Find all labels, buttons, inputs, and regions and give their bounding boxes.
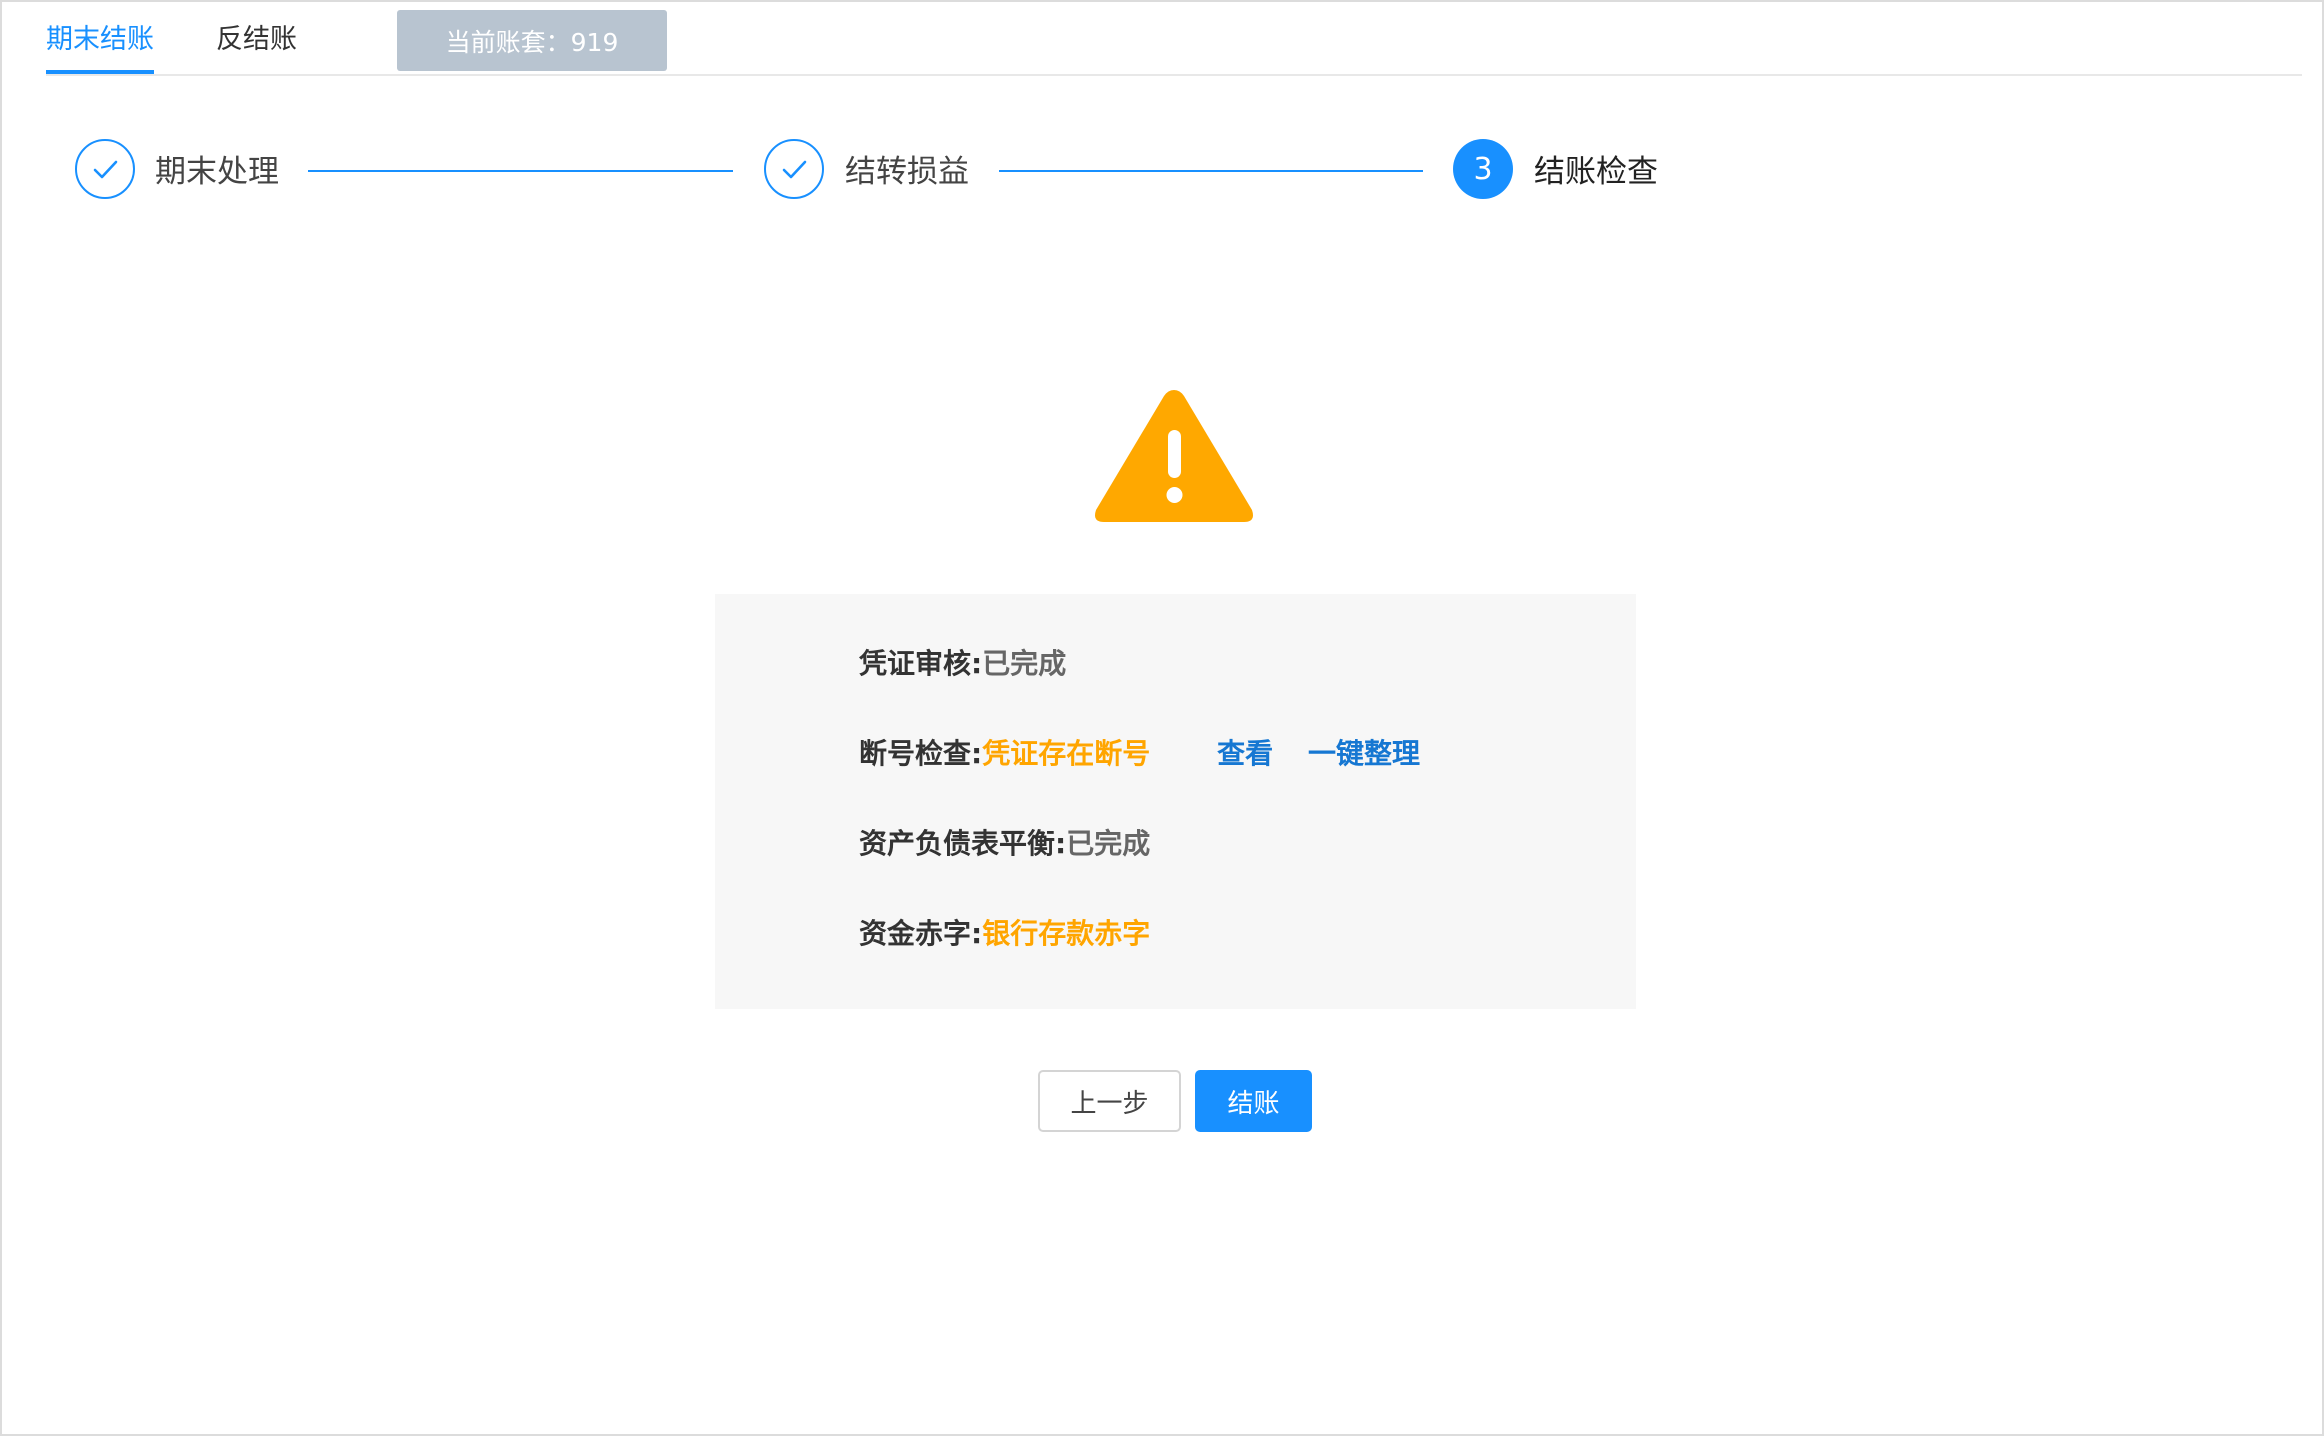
check-key: 资金赤字: <box>859 917 983 950</box>
check-key: 断号检查: <box>859 737 983 770</box>
step-1-status <box>75 139 135 199</box>
check-row-number-gap: 断号检查:凭证存在断号 查看 一键整理 <box>859 734 1420 774</box>
closing-window: 期末结账 反结账 当前账套：919 期末处理 结转损益 3 结账检查 凭证审核:… <box>0 0 2324 1436</box>
step-3-number: 3 <box>1453 139 1513 199</box>
check-icon <box>782 160 807 179</box>
step-2-label: 结转损益 <box>845 154 969 190</box>
view-link[interactable]: 查看 <box>1217 737 1273 770</box>
check-results-panel: 凭证审核:已完成 断号检查:凭证存在断号 查看 一键整理 资产负债表平衡:已完成… <box>715 594 1636 1009</box>
check-value: 凭证存在断号 <box>982 737 1151 770</box>
one-click-tidy-link[interactable]: 一键整理 <box>1308 737 1420 770</box>
check-key: 资产负债表平衡: <box>859 827 1067 860</box>
check-key: 凭证审核: <box>859 647 983 680</box>
check-row-balance-sheet: 资产负债表平衡:已完成 <box>859 824 1150 864</box>
check-row-fund-deficit: 资金赤字:银行存款赤字 <box>859 914 1150 954</box>
check-row-voucher-audit: 凭证审核:已完成 <box>859 644 1066 684</box>
check-icon <box>93 160 118 179</box>
step-3-label: 结账检查 <box>1534 154 1658 190</box>
previous-step-button[interactable]: 上一步 <box>1038 1070 1181 1132</box>
warning-triangle-icon <box>1095 390 1253 522</box>
step-1-label: 期末处理 <box>155 154 279 190</box>
close-books-button[interactable]: 结账 <box>1195 1070 1312 1132</box>
tab-period-closing[interactable]: 期末结账 <box>46 20 154 74</box>
step-2-status <box>764 139 824 199</box>
check-value: 银行存款赤字 <box>982 917 1151 950</box>
current-account-badge: 当前账套：919 <box>397 10 667 71</box>
tab-bar: 期末结账 反结账 当前账套：919 <box>46 2 2302 76</box>
tab-period-closing-label: 期末结账 <box>46 24 154 55</box>
active-tab-underline <box>46 70 154 74</box>
tab-reverse-closing-label: 反结账 <box>216 24 297 55</box>
step-connector-2 <box>999 170 1423 172</box>
tab-reverse-closing[interactable]: 反结账 <box>216 20 297 60</box>
step-connector-1 <box>308 170 733 172</box>
check-value: 已完成 <box>982 647 1067 680</box>
check-value: 已完成 <box>1066 827 1151 860</box>
current-account-label: 当前账套：919 <box>445 27 619 57</box>
